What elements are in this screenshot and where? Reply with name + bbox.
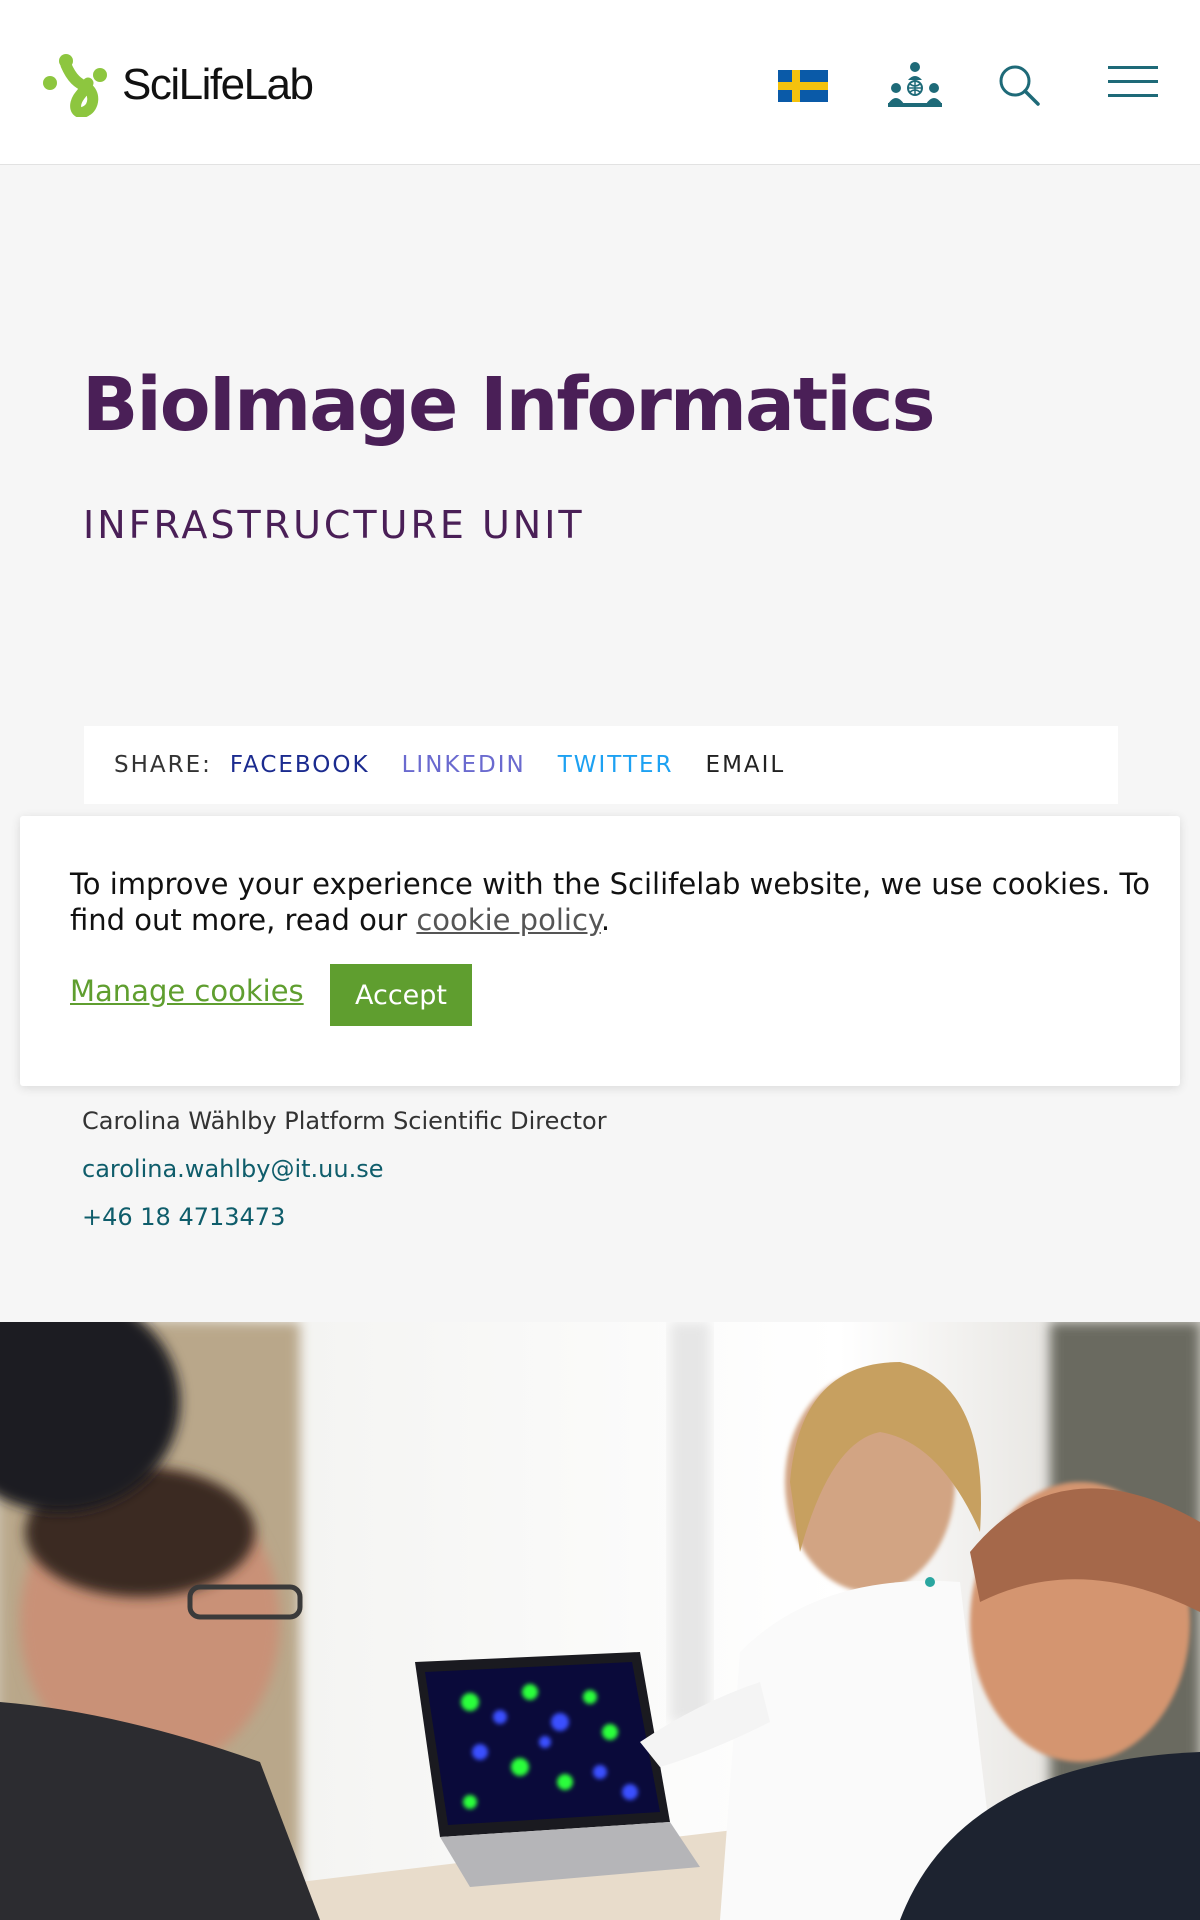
share-linkedin-link[interactable]: LINKEDIN — [402, 752, 526, 778]
cookie-message: To improve your experience with the Scil… — [70, 866, 1150, 938]
page-title: BioImage Informatics — [82, 362, 936, 448]
share-bar: SHARE: FACEBOOK LINKEDIN TWITTER EMAIL — [84, 726, 1118, 804]
accept-cookies-button[interactable]: Accept — [330, 964, 472, 1026]
contact-email-link[interactable]: carolina.wahlby@it.uu.se — [82, 1155, 384, 1183]
search-icon[interactable] — [996, 62, 1042, 108]
contact-name: Carolina Wählby Platform Scientific Dire… — [82, 1107, 607, 1135]
cookie-banner: To improve your experience with the Scil… — [20, 816, 1180, 1086]
community-icon[interactable] — [886, 60, 944, 108]
manage-cookies-link[interactable]: Manage cookies — [70, 974, 304, 1008]
share-email-link[interactable]: EMAIL — [706, 752, 786, 778]
page-subtitle: INFRASTRUCTURE UNIT — [83, 503, 585, 547]
logo-text: SciLifeLab — [122, 60, 314, 109]
cookie-text-after: . — [600, 903, 611, 937]
scilifelab-logo[interactable]: SciLifeLab — [42, 50, 314, 120]
contact-phone-link[interactable]: +46 18 4713473 — [82, 1203, 285, 1231]
scilifelab-logo-icon — [43, 54, 107, 117]
share-twitter-link[interactable]: TWITTER — [558, 752, 674, 778]
team-photo — [0, 1322, 1200, 1920]
swedish-flag-icon[interactable] — [778, 70, 828, 102]
share-facebook-link[interactable]: FACEBOOK — [230, 752, 370, 778]
cookie-policy-link[interactable]: cookie policy — [416, 903, 601, 937]
hamburger-menu-icon[interactable] — [1108, 64, 1158, 100]
share-label: SHARE: — [114, 752, 212, 778]
site-header: SciLifeLab — [0, 0, 1200, 165]
